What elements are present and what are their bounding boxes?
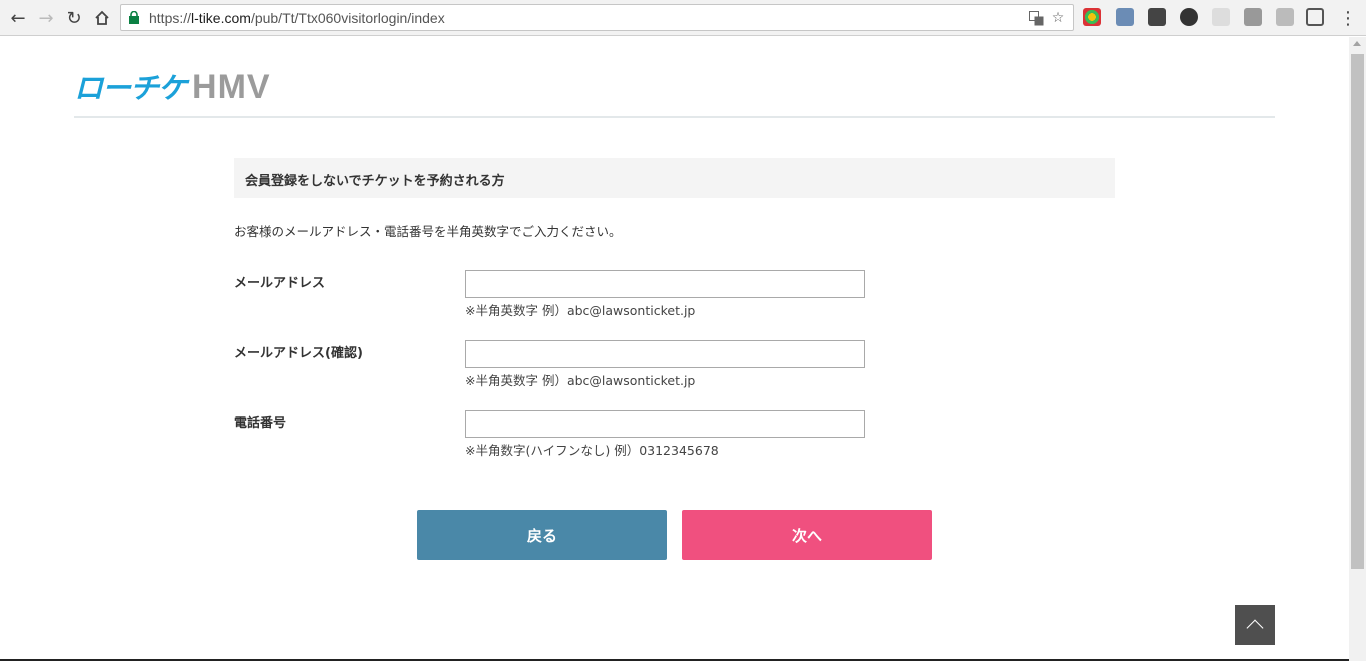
extension-icon[interactable]: [1212, 8, 1230, 26]
email-confirm-hint: ※半角英数字 例）abc@lawsonticket.jp: [465, 373, 696, 388]
reload-icon[interactable]: ↻: [62, 6, 86, 30]
next-button[interactable]: 次へ: [682, 510, 932, 560]
browser-toolbar: ← → ↻ https://l-tike.com/pub/Tt/Ttx060vi…: [0, 0, 1366, 36]
email-field[interactable]: [465, 270, 865, 298]
extension-icon[interactable]: [1276, 8, 1294, 26]
logo-text-hmv: HMV: [192, 68, 271, 106]
menu-icon[interactable]: ⋮: [1339, 6, 1357, 30]
page-scrollbar[interactable]: [1349, 37, 1366, 661]
scroll-up-arrow-icon[interactable]: [1353, 41, 1361, 46]
scrollbar-thumb[interactable]: [1351, 54, 1364, 569]
email-confirm-field[interactable]: [465, 340, 865, 368]
intro-text: お客様のメールアドレス・電話番号を半角英数字でご入力ください。: [234, 224, 622, 239]
logo-text-jp: ローチケ: [74, 71, 187, 105]
section-title: 会員登録をしないでチケットを予約される方: [245, 174, 505, 189]
section-heading: 会員登録をしないでチケットを予約される方: [234, 158, 1115, 198]
address-bar[interactable]: https://l-tike.com/pub/Tt/Ttx060visitorl…: [120, 4, 1074, 31]
back-button[interactable]: 戻る: [417, 510, 667, 560]
phone-label: 電話番号: [234, 416, 287, 431]
extension-icon[interactable]: [1116, 8, 1134, 26]
phone-field[interactable]: [465, 410, 865, 438]
extension-icon[interactable]: [1180, 8, 1198, 26]
cast-icon[interactable]: [1306, 8, 1324, 26]
back-icon[interactable]: ←: [6, 6, 30, 30]
email-confirm-label: メールアドレス(確認): [234, 346, 363, 361]
extension-icon[interactable]: [1148, 8, 1166, 26]
email-hint: ※半角英数字 例）abc@lawsonticket.jp: [465, 303, 696, 318]
email-label: メールアドレス: [234, 276, 326, 291]
extension-icon[interactable]: [1083, 8, 1101, 26]
translate-icon[interactable]: [1027, 9, 1045, 27]
scroll-to-top-button[interactable]: [1235, 605, 1275, 645]
extension-icon[interactable]: [1244, 8, 1262, 26]
site-logo[interactable]: ローチケ HMV: [74, 65, 271, 106]
url-text: https://l-tike.com/pub/Tt/Ttx060visitorl…: [149, 10, 445, 26]
lock-icon: [129, 11, 139, 24]
header-divider: [74, 116, 1275, 118]
page: ローチケ HMV 会員登録をしないでチケットを予約される方 お客様のメールアドレ…: [0, 37, 1349, 661]
chevron-up-icon: [1246, 619, 1264, 637]
home-icon[interactable]: [90, 6, 114, 30]
star-icon[interactable]: ☆: [1049, 9, 1067, 27]
phone-hint: ※半角数字(ハイフンなし) 例）0312345678: [465, 443, 719, 458]
forward-icon[interactable]: →: [34, 6, 58, 30]
